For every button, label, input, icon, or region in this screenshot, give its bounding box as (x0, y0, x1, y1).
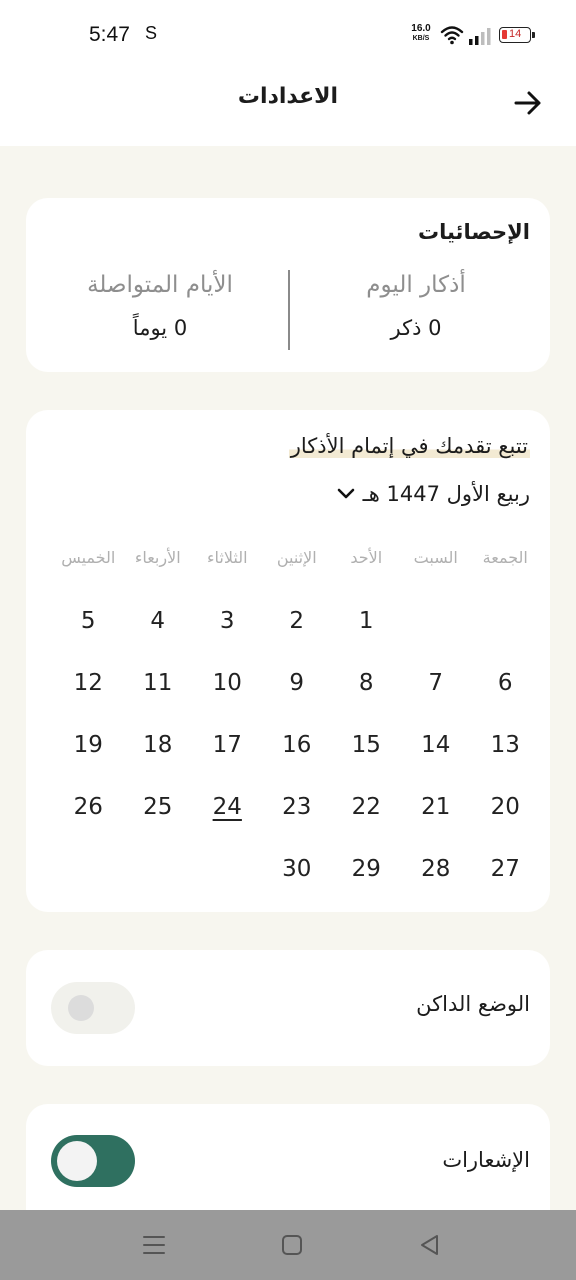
calendar-day[interactable]: 1 (332, 590, 402, 652)
calendar-day[interactable]: 9 (262, 652, 332, 714)
calendar-day[interactable]: 22 (332, 776, 402, 838)
network-speed-unit: KB/S (412, 35, 430, 42)
calendar-day[interactable]: 11 (123, 652, 193, 714)
back-nav-button[interactable] (416, 1232, 446, 1258)
calendar-day[interactable]: 13 (471, 714, 541, 776)
calendar-day[interactable]: 28 (401, 838, 471, 900)
weekday-label: الأربعاء (134, 548, 181, 567)
triangle-back-icon (421, 1235, 438, 1255)
today-adhkar-label: أذكار اليوم (366, 272, 466, 298)
calendar-day[interactable]: 26 (54, 776, 124, 838)
weekday-label: الأحد (350, 548, 383, 567)
app-header: الاعدادات (0, 70, 576, 146)
calendar-title: تتبع تقدمك في إتمام الأذكار (288, 434, 530, 458)
wifi-icon (440, 26, 464, 45)
calendar-empty-cell (193, 838, 263, 900)
dark-mode-card: الوضع الداكن (26, 950, 550, 1066)
back-button[interactable] (512, 88, 552, 118)
calendar-day[interactable]: 18 (123, 714, 193, 776)
calendar-week-row: 13 14 15 16 17 18 19 (36, 714, 540, 776)
calendar-day[interactable]: 2 (262, 590, 332, 652)
calendar-day[interactable]: 12 (54, 652, 124, 714)
square-icon (282, 1235, 302, 1255)
network-speed-value: 16.0 (411, 23, 431, 34)
calendar-days: 1 2 3 4 5 6 7 8 9 10 11 12 13 14 15 16 17 18 19 20 21 22 23 24 2… (36, 590, 540, 900)
weekday-label: الخميس (61, 548, 116, 567)
sync-icon: S (145, 23, 158, 43)
calendar-day[interactable]: 27 (471, 838, 541, 900)
status-time: 5:47 (89, 23, 130, 46)
today-adhkar-value: 0 ذكر (390, 316, 442, 340)
calendar-day[interactable]: 21 (401, 776, 471, 838)
calendar-week-row: 6 7 8 9 10 11 12 (36, 652, 540, 714)
weekday-label: الثلاثاء (206, 548, 248, 567)
calendar-day[interactable]: 7 (401, 652, 471, 714)
calendar-day[interactable]: 15 (332, 714, 402, 776)
calendar-day[interactable]: 25 (123, 776, 193, 838)
calendar-day[interactable]: 29 (332, 838, 402, 900)
weekday-label: السبت (413, 548, 458, 567)
calendar-empty-cell (54, 838, 124, 900)
calendar-day[interactable]: 16 (262, 714, 332, 776)
recent-apps-button[interactable] (140, 1232, 170, 1258)
calendar-day[interactable]: 20 (471, 776, 541, 838)
notifications-label: الإشعارات (442, 1148, 530, 1172)
weekday-header: الجمعة السبت الأحد الإثنين الثلاثاء الأربعاء ا… (36, 538, 540, 578)
dark-mode-toggle[interactable] (51, 982, 135, 1034)
streak-stat: الأيام المتواصلة 0 يوماً (50, 272, 270, 340)
streak-value: 0 يوماً (132, 316, 188, 340)
calendar-day[interactable]: 17 (193, 714, 263, 776)
calendar-day[interactable]: 30 (262, 838, 332, 900)
dark-mode-label: الوضع الداكن (416, 992, 530, 1016)
calendar-day[interactable]: 23 (262, 776, 332, 838)
progress-calendar-card: تتبع تقدمك في إتمام الأذكار ربيع الأول 1… (26, 410, 550, 912)
toggle-knob (57, 1141, 97, 1181)
calendar-day[interactable]: 10 (193, 652, 263, 714)
today-adhkar-stat: أذكار اليوم 0 ذكر (306, 272, 526, 340)
calendar-day[interactable]: 3 (193, 590, 263, 652)
calendar-day[interactable]: 4 (123, 590, 193, 652)
calendar-day[interactable]: 6 (471, 652, 541, 714)
arrow-right-icon (514, 91, 541, 115)
calendar-day-today[interactable]: 24 (193, 776, 263, 838)
weekday-label: الجمعة (482, 548, 528, 567)
calendar-empty-cell (123, 838, 193, 900)
toggle-knob (68, 995, 94, 1021)
calendar-day[interactable]: 5 (54, 590, 124, 652)
month-label: ربيع الأول 1447 هـ (362, 482, 530, 506)
calendar-empty-cell (401, 590, 471, 652)
signal-icon (469, 28, 491, 45)
calendar-day[interactable]: 19 (54, 714, 124, 776)
calendar-day[interactable]: 14 (401, 714, 471, 776)
battery-icon: 14 (499, 27, 535, 43)
calendar-week-row: 20 21 22 23 24 25 26 (36, 776, 540, 838)
chevron-down-icon (337, 488, 354, 499)
calendar-day[interactable]: 8 (332, 652, 402, 714)
menu-icon (143, 1236, 165, 1254)
weekday-label: الإثنين (276, 548, 317, 567)
statistics-card: الإحصائيات أذكار اليوم 0 ذكر الأيام المت… (26, 198, 550, 372)
home-button[interactable] (278, 1232, 308, 1258)
calendar-week-row: 27 28 29 30 (36, 838, 540, 900)
calendar-week-row: 12345 (36, 590, 540, 652)
calendar-empty-cell (471, 590, 541, 652)
status-bar: 5:47 S 16.0 KB/S 14 (0, 0, 576, 70)
system-nav-bar (0, 1210, 576, 1280)
streak-label: الأيام المتواصلة (87, 272, 233, 298)
stats-divider (288, 270, 290, 350)
network-speed: 16.0 KB/S (406, 24, 436, 44)
statistics-title: الإحصائيات (418, 220, 530, 244)
calendar-grid: الجمعة السبت الأحد الإثنين الثلاثاء الأربعاء ا… (36, 538, 540, 900)
page-title: الاعدادات (237, 84, 339, 109)
notifications-toggle[interactable] (51, 1135, 135, 1187)
month-selector[interactable]: ربيع الأول 1447 هـ (337, 482, 530, 506)
battery-level: 14 (509, 28, 522, 40)
